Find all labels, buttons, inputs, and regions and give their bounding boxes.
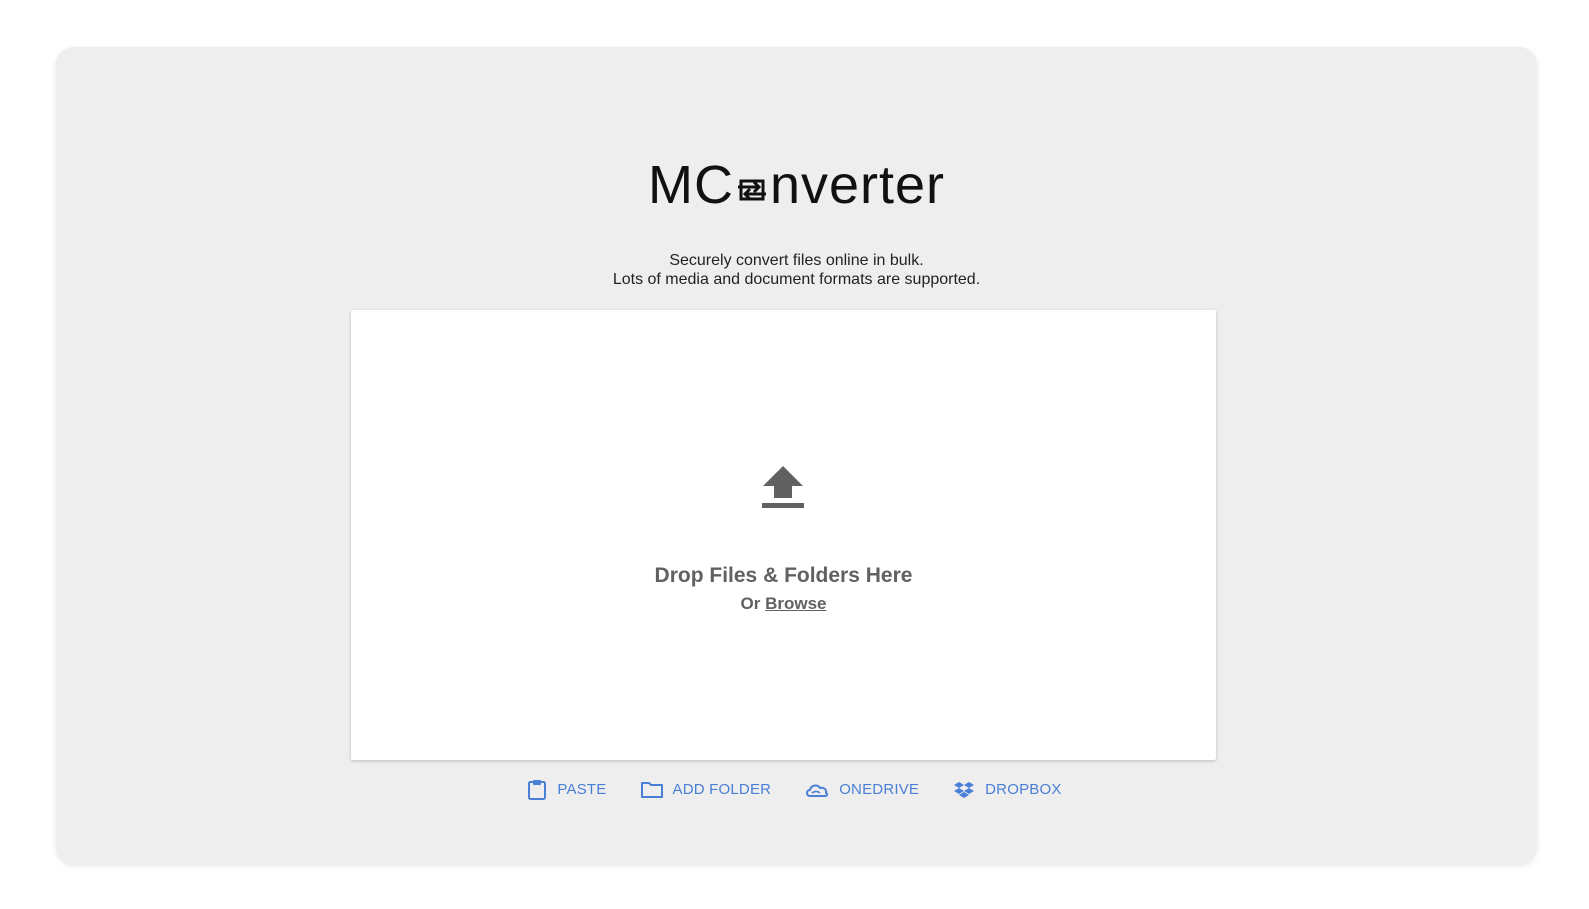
swap-arrows-icon (735, 157, 769, 201)
onedrive-label: ONEDRIVE (839, 781, 920, 798)
dropbox-label: DROPBOX (985, 781, 1062, 798)
add-folder-button[interactable]: ADD FOLDER (640, 781, 772, 798)
onedrive-icon (805, 782, 829, 798)
source-actions: PASTE ADD FOLDER ONEDRIVE DROPBOX (0, 779, 1589, 800)
onedrive-button[interactable]: ONEDRIVE (805, 781, 919, 798)
dropbox-button[interactable]: DROPBOX (953, 781, 1061, 799)
folder-icon (640, 781, 663, 798)
tagline-line-2: Lots of media and document formats are s… (612, 271, 981, 288)
or-label: Or (740, 594, 761, 613)
app-logo: MC nverter (56, 155, 1537, 215)
drop-subtitle: Or Browse (351, 594, 1216, 614)
clipboard-icon (527, 779, 547, 800)
tagline: Securely convert files online in bulk. L… (56, 251, 1537, 289)
upload-icon (761, 464, 805, 510)
dropbox-icon (953, 781, 975, 799)
paste-label: PASTE (557, 781, 607, 798)
logo-text-start: MC (647, 155, 734, 215)
logo-text-end: nverter (769, 155, 946, 215)
paste-button[interactable]: PASTE (527, 779, 606, 800)
drop-title: Drop Files & Folders Here (654, 564, 913, 587)
add-folder-label: ADD FOLDER (672, 781, 772, 798)
file-dropzone[interactable]: Drop Files & Folders Here Or Browse (351, 310, 1216, 760)
browse-link[interactable]: Browse (765, 594, 826, 613)
tagline-line-1: Securely convert files online in bulk. (669, 252, 924, 269)
